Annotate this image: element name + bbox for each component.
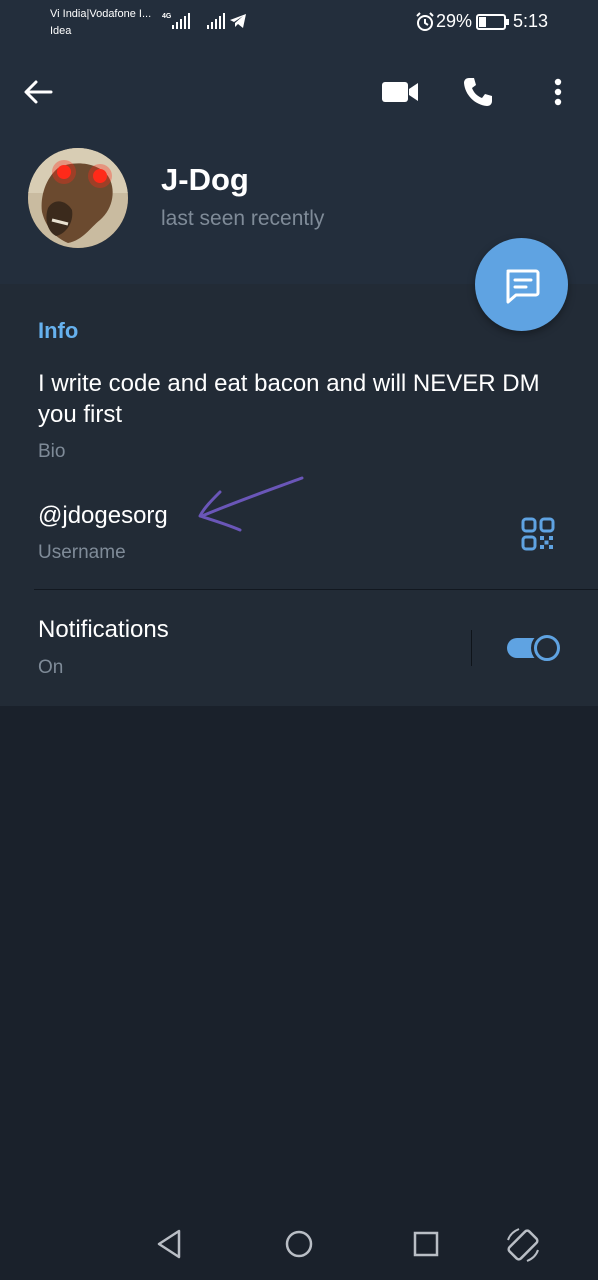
qr-code-button[interactable] <box>516 512 560 556</box>
square-recents-icon[interactable] <box>412 1230 440 1258</box>
bio-text[interactable]: I write code and eat bacon and will NEVE… <box>38 368 558 430</box>
notifications-toggle[interactable] <box>507 632 563 664</box>
arrow-left-icon <box>24 80 53 104</box>
toggle-knob <box>531 632 563 664</box>
carrier-name-secondary: Idea <box>50 25 72 37</box>
last-seen-status: last seen recently <box>161 207 325 230</box>
contact-name: J-Dog <box>161 162 249 197</box>
username-value[interactable]: @jdogesorg <box>38 502 168 530</box>
notifications-status: On <box>38 657 64 678</box>
signal-icon-secondary <box>207 13 225 29</box>
circle-home-icon[interactable] <box>284 1228 314 1260</box>
carrier-name: Vi India|Vodafone I... <box>50 8 152 20</box>
clock: 5:13 <box>513 11 549 31</box>
avatar[interactable] <box>28 148 128 248</box>
telegram-notification-icon <box>230 14 246 28</box>
back-button[interactable] <box>18 72 58 112</box>
username-label: Username <box>38 542 126 563</box>
notifications-title: Notifications <box>38 616 169 643</box>
send-message-button[interactable] <box>475 238 568 331</box>
more-options-button[interactable] <box>540 72 576 112</box>
phone-icon <box>464 78 492 106</box>
video-call-button[interactable] <box>378 72 422 112</box>
message-icon <box>506 269 539 303</box>
qr-code-icon <box>521 517 555 551</box>
system-navigation-bar <box>0 1210 598 1280</box>
info-section: Info I write code and eat bacon and will… <box>0 284 598 590</box>
status-bar: Vi India|Vodafone I... Idea 4G 29% 5:13 <box>0 0 598 48</box>
voice-call-button[interactable] <box>458 72 498 112</box>
notifications-row[interactable]: Notifications On <box>0 590 598 706</box>
triangle-back-icon[interactable] <box>154 1228 184 1260</box>
vertical-divider <box>471 630 472 666</box>
battery-percent: 29% <box>436 11 473 31</box>
annotation-arrow-icon <box>198 476 304 532</box>
alarm-icon <box>416 12 434 31</box>
battery-icon <box>476 14 509 30</box>
signal-icon <box>172 13 190 29</box>
bio-label: Bio <box>38 441 66 462</box>
info-section-title: Info <box>38 318 79 343</box>
more-vertical-icon <box>554 78 562 106</box>
rotate-screen-icon[interactable] <box>504 1226 542 1264</box>
video-camera-icon <box>382 82 418 102</box>
avatar-image <box>28 148 128 248</box>
